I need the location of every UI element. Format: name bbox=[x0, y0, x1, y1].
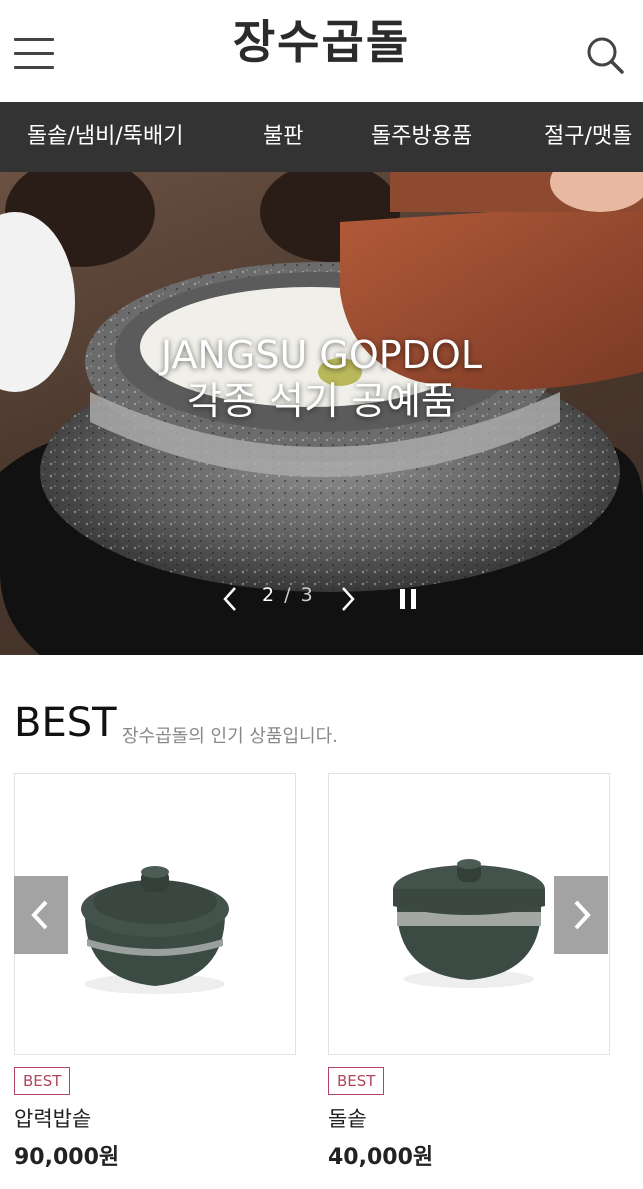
category-grill[interactable]: 불판 bbox=[263, 102, 303, 172]
chevron-left-icon bbox=[31, 900, 48, 930]
product-price: 40,000원 bbox=[328, 1145, 434, 1170]
hero-banner[interactable]: JANGSU GOPDOL 각종 석기 공예품 2 / 3 bbox=[0, 172, 643, 655]
slide-current: 2 bbox=[262, 584, 277, 606]
best-section-title: BEST bbox=[14, 700, 117, 746]
chevron-right-icon bbox=[574, 900, 591, 930]
pause-icon[interactable] bbox=[398, 584, 420, 614]
carousel-next-button[interactable] bbox=[554, 876, 608, 954]
site-logo[interactable]: 장수곱돌 bbox=[0, 6, 643, 72]
best-badge: BEST bbox=[14, 1067, 71, 1095]
category-stone-kitchenware[interactable]: 돌주방용품 bbox=[371, 102, 472, 172]
slide-pager: 2 / 3 bbox=[262, 584, 315, 606]
product-card[interactable]: BEST 압력밥솥 90,000원 bbox=[14, 773, 296, 1171]
category-dolsot[interactable]: 돌솥/냄비/뚝배기 bbox=[27, 102, 184, 172]
prev-slide-icon[interactable] bbox=[220, 584, 242, 614]
category-nav: 돌솥/냄비/뚝배기 불판 돌주방용품 절구/맷돌 bbox=[0, 102, 643, 172]
search-icon[interactable] bbox=[584, 34, 628, 78]
next-slide-icon[interactable] bbox=[336, 584, 358, 614]
best-badge: BEST bbox=[328, 1067, 385, 1095]
hero-subtitle: 각종 석기 공예품 bbox=[187, 379, 456, 423]
header: 장수곱돌 bbox=[0, 0, 643, 102]
carousel-prev-button[interactable] bbox=[14, 876, 68, 954]
best-section-subtitle: 장수곱돌의 인기 상품입니다. bbox=[122, 726, 338, 747]
category-mortar[interactable]: 절구/맷돌 bbox=[544, 102, 632, 172]
product-name[interactable]: 압력밥솥 bbox=[14, 1103, 296, 1133]
product-name[interactable]: 돌솥 bbox=[328, 1103, 610, 1133]
product-price: 90,000원 bbox=[14, 1145, 120, 1170]
slide-total: 3 bbox=[300, 584, 315, 606]
hero-caption: JANGSU GOPDOL 각종 석기 공예품 bbox=[0, 332, 643, 424]
slide-separator: / bbox=[284, 584, 293, 606]
hero-title: JANGSU GOPDOL bbox=[160, 333, 483, 377]
product-card[interactable]: BEST 돌솥 40,000원 bbox=[328, 773, 610, 1171]
